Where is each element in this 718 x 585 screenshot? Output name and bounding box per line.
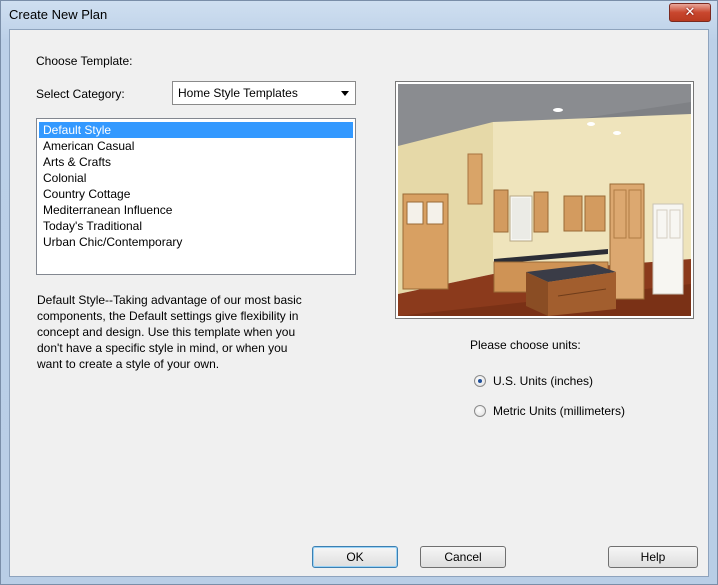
chevron-down-icon <box>341 91 349 96</box>
radio-label: U.S. Units (inches) <box>493 374 594 388</box>
kitchen-preview-graphic <box>398 84 691 316</box>
category-label: Select Category: <box>36 87 125 101</box>
description-line: don't have a specific style in mind, or … <box>37 341 288 355</box>
list-item[interactable]: Today's Traditional <box>39 218 353 234</box>
description-line: want to create a style of your own. <box>37 357 220 371</box>
list-item[interactable]: Arts & Crafts <box>39 154 353 170</box>
category-value: Home Style Templates <box>178 86 298 100</box>
radio-button-checked[interactable] <box>474 375 486 387</box>
help-button[interactable]: Help <box>608 546 698 568</box>
description-line: Default Style--Taking advantage of our m… <box>37 293 302 307</box>
ok-button[interactable]: OK <box>312 546 398 568</box>
template-preview-image <box>395 81 694 319</box>
style-listbox[interactable]: Default Style American Casual Arts & Cra… <box>36 118 356 275</box>
description-line: concept and design. Use this template wh… <box>37 325 296 339</box>
list-item[interactable]: Colonial <box>39 170 353 186</box>
list-item[interactable]: Urban Chic/Contemporary <box>39 234 353 250</box>
units-label: Please choose units: <box>470 338 581 352</box>
radio-button[interactable] <box>474 405 486 417</box>
list-item[interactable]: American Casual <box>39 138 353 154</box>
description-line: components, the Default settings give fl… <box>37 309 299 323</box>
list-item[interactable]: Mediterranean Influence <box>39 202 353 218</box>
close-button[interactable]: ✕ <box>669 3 711 22</box>
create-new-plan-dialog: Create New Plan ✕ Choose Template: Selec… <box>0 0 718 585</box>
dialog-title: Create New Plan <box>9 7 108 22</box>
dialog-body: Choose Template: Select Category: Home S… <box>9 29 709 577</box>
list-item[interactable]: Country Cottage <box>39 186 353 202</box>
category-dropdown[interactable]: Home Style Templates <box>172 81 356 105</box>
radio-label: Metric Units (millimeters) <box>493 404 625 418</box>
title-bar[interactable]: Create New Plan ✕ <box>1 1 717 28</box>
choose-template-label: Choose Template: <box>36 54 133 68</box>
cancel-button[interactable]: Cancel <box>420 546 506 568</box>
close-icon: ✕ <box>684 4 696 19</box>
list-item[interactable]: Default Style <box>39 122 353 138</box>
style-description: Default Style--Taking advantage of our m… <box>37 292 359 372</box>
